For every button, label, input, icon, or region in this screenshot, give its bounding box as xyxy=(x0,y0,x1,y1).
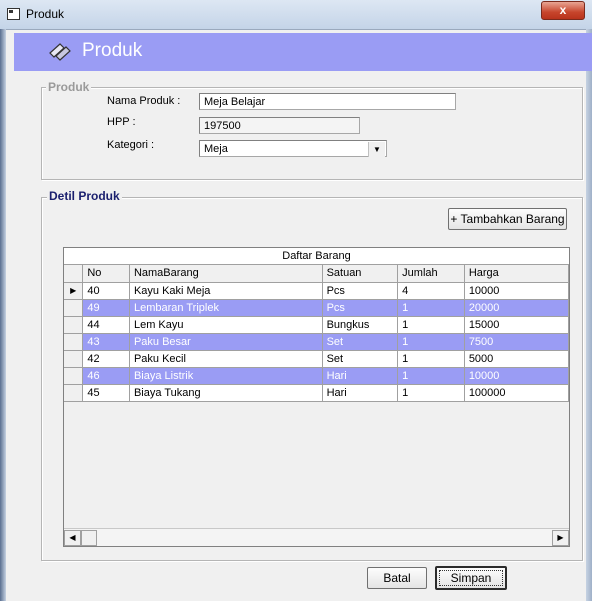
cell-namabarang[interactable]: Lembaran Triplek xyxy=(129,299,323,317)
cell-satuan[interactable]: Pcs xyxy=(322,282,399,300)
table-row[interactable]: ▶ 40 Kayu Kaki Meja Pcs 4 10000 xyxy=(64,282,569,300)
tambahkan-barang-button[interactable]: + Tambahkan Barang xyxy=(448,208,567,230)
column-header-no[interactable]: No xyxy=(82,265,130,283)
product-icon xyxy=(49,43,71,61)
cell-satuan[interactable]: Set xyxy=(322,333,399,351)
cell-satuan[interactable]: Set xyxy=(322,350,399,368)
cell-no[interactable]: 49 xyxy=(82,299,130,317)
column-header-jumlah[interactable]: Jumlah xyxy=(397,265,465,283)
table-row[interactable]: 49 Lembaran Triplek Pcs 1 20000 xyxy=(64,299,569,317)
cell-jumlah[interactable]: 1 xyxy=(397,299,465,317)
cell-satuan[interactable]: Hari xyxy=(322,367,399,385)
cell-no[interactable]: 42 xyxy=(82,350,130,368)
window-icon xyxy=(7,8,20,20)
cell-namabarang[interactable]: Lem Kayu xyxy=(129,316,323,334)
cell-satuan[interactable]: Hari xyxy=(322,384,399,402)
cell-harga[interactable]: 100000 xyxy=(464,384,569,402)
row-indicator[interactable] xyxy=(64,333,84,351)
grid-caption: Daftar Barang xyxy=(64,248,569,265)
row-indicator[interactable] xyxy=(64,316,84,334)
table-row[interactable]: 46 Biaya Listrik Hari 1 10000 xyxy=(64,367,569,385)
cell-namabarang[interactable]: Paku Kecil xyxy=(129,350,323,368)
column-header-harga[interactable]: Harga xyxy=(464,265,569,283)
window-left-edge xyxy=(0,29,6,601)
title-bar[interactable]: Produk x xyxy=(0,0,592,30)
cell-jumlah[interactable]: 1 xyxy=(397,316,465,334)
cell-no[interactable]: 45 xyxy=(82,384,130,402)
cell-harga[interactable]: 10000 xyxy=(464,282,569,300)
horizontal-scrollbar[interactable]: ◀ ▶ xyxy=(64,528,569,546)
kategori-select[interactable]: Meja ▼ xyxy=(199,140,387,157)
column-header-namabarang[interactable]: NamaBarang xyxy=(129,265,323,283)
table-row[interactable]: 45 Biaya Tukang Hari 1 100000 xyxy=(64,384,569,402)
cell-no[interactable]: 43 xyxy=(82,333,130,351)
cell-namabarang[interactable]: Kayu Kaki Meja xyxy=(129,282,323,300)
current-row-indicator-icon: ▶ xyxy=(64,282,84,300)
grid-header-row: No NamaBarang Satuan Jumlah Harga xyxy=(64,265,569,283)
window-right-edge xyxy=(586,29,592,601)
cell-namabarang[interactable]: Paku Besar xyxy=(129,333,323,351)
chevron-down-icon[interactable]: ▼ xyxy=(368,142,385,157)
simpan-button[interactable]: Simpan xyxy=(435,566,507,590)
cell-jumlah[interactable]: 1 xyxy=(397,367,465,385)
cell-no[interactable]: 46 xyxy=(82,367,130,385)
cell-jumlah[interactable]: 1 xyxy=(397,333,465,351)
row-indicator[interactable] xyxy=(64,384,84,402)
cell-no[interactable]: 40 xyxy=(82,282,130,300)
close-button[interactable]: x xyxy=(541,1,585,20)
table-row[interactable]: 44 Lem Kayu Bungkus 1 15000 xyxy=(64,316,569,334)
window-title: Produk xyxy=(26,7,65,21)
cell-no[interactable]: 44 xyxy=(82,316,130,334)
cell-satuan[interactable]: Pcs xyxy=(322,299,399,317)
table-row[interactable]: 42 Paku Kecil Set 1 5000 xyxy=(64,350,569,368)
nama-produk-label: Nama Produk : xyxy=(107,95,181,107)
kategori-label: Kategori : xyxy=(107,139,155,151)
row-indicator-header xyxy=(64,265,84,283)
detil-produk-legend: Detil Produk xyxy=(47,189,122,203)
scroll-right-icon[interactable]: ▶ xyxy=(552,530,569,546)
row-indicator[interactable] xyxy=(64,299,84,317)
scroll-thumb[interactable] xyxy=(81,530,97,546)
row-indicator[interactable] xyxy=(64,350,84,368)
cell-harga[interactable]: 10000 xyxy=(464,367,569,385)
cell-jumlah[interactable]: 1 xyxy=(397,384,465,402)
cell-harga[interactable]: 20000 xyxy=(464,299,569,317)
cell-namabarang[interactable]: Biaya Tukang xyxy=(129,384,323,402)
simpan-button-label: Simpan xyxy=(439,570,503,586)
nama-produk-input[interactable]: Meja Belajar xyxy=(199,93,456,110)
cell-namabarang[interactable]: Biaya Listrik xyxy=(129,367,323,385)
header-title: Produk xyxy=(82,40,143,61)
cell-harga[interactable]: 5000 xyxy=(464,350,569,368)
hpp-label: HPP : xyxy=(107,116,136,128)
produk-legend: Produk xyxy=(46,80,92,94)
kategori-value: Meja xyxy=(204,143,228,155)
cell-harga[interactable]: 15000 xyxy=(464,316,569,334)
table-row[interactable]: 43 Paku Besar Set 1 7500 xyxy=(64,333,569,351)
batal-button[interactable]: Batal xyxy=(367,567,427,589)
cell-jumlah[interactable]: 4 xyxy=(397,282,465,300)
grid-table: No NamaBarang Satuan Jumlah Harga ▶ 40 K… xyxy=(64,265,569,402)
scroll-left-icon[interactable]: ◀ xyxy=(64,530,81,546)
daftar-barang-grid: Daftar Barang No NamaBarang Satuan Jumla… xyxy=(63,247,570,547)
cell-harga[interactable]: 7500 xyxy=(464,333,569,351)
cell-jumlah[interactable]: 1 xyxy=(397,350,465,368)
cell-satuan[interactable]: Bungkus xyxy=(322,316,399,334)
row-indicator[interactable] xyxy=(64,367,84,385)
hpp-field: 197500 xyxy=(199,117,360,134)
column-header-satuan[interactable]: Satuan xyxy=(322,265,399,283)
header-banner: Produk xyxy=(14,33,592,71)
produk-window: Produk x Produk Produk Nama Produk : Mej… xyxy=(0,0,592,601)
